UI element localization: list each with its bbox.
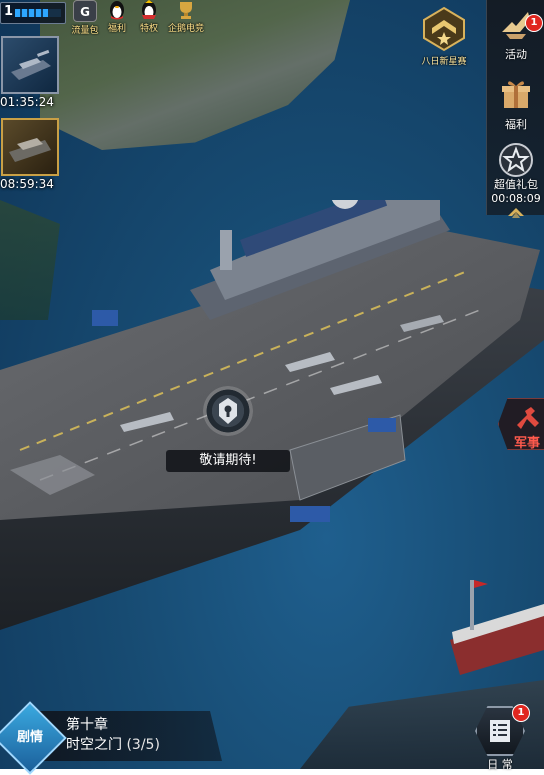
traffic-pack-icon: G (73, 0, 97, 22)
story-progress-bar[interactable]: 剧情 第十章 时空之门 (3/5) (0, 701, 228, 775)
player-level: 1 (4, 4, 14, 19)
qq-privilege-icon (138, 0, 160, 20)
daily-label: 日 常 (487, 758, 513, 771)
build-timer-card-1[interactable]: 01:35:24 (0, 36, 59, 109)
super-value-pack-countdown: 00:08:09 (491, 192, 541, 205)
build-timer-2: 08:59:34 (0, 177, 54, 191)
qq-welfare-label: 福利 (107, 24, 126, 34)
top-hud: 1 G 流量包 福利 特权 企鹅电竞 (0, 0, 220, 38)
eight-day-star-event[interactable]: 八日新星赛 (416, 6, 472, 67)
right-menu-rail: 活动 1 福利 超值礼包 00:08:09 (486, 0, 544, 218)
energy-bar-fill (15, 9, 49, 17)
escort-ship[interactable] (440, 570, 544, 680)
mission-progress: (3/5) (126, 737, 160, 753)
traffic-pack-button[interactable]: G 流量包 (70, 0, 100, 36)
activity-notification-badge: 1 (525, 14, 543, 32)
rank-emblem-label: 八日新星赛 (421, 57, 467, 67)
game-map-scene[interactable] (0, 0, 544, 769)
build-timer-card-2[interactable]: 08:59:34 (0, 118, 59, 191)
qq-privilege-button[interactable]: 特权 (134, 0, 164, 34)
star-badge-icon (499, 143, 533, 177)
super-value-pack-label: 超值礼包 (494, 178, 538, 191)
story-label: 剧情 (16, 730, 43, 745)
qq-privilege-label: 特权 (139, 24, 158, 34)
military-wrench-icon (517, 407, 539, 429)
chapter-title: 第十章 (66, 717, 108, 733)
aircraft-carrier[interactable] (0, 200, 544, 630)
esports-trophy-icon (175, 0, 197, 20)
esports-label: 企鹅电竞 (168, 24, 205, 34)
gift-icon (502, 81, 530, 108)
mission-name: 时空之门 (66, 737, 122, 753)
coming-soon-label: 敬请期待! (166, 450, 290, 472)
esports-button[interactable]: 企鹅电竞 (168, 0, 204, 34)
rank-star-icon (423, 6, 465, 52)
daily-tasks-button[interactable]: 日 常 1 (470, 704, 530, 771)
welfare-label: 福利 (505, 118, 527, 131)
military-label: 军事 (514, 436, 541, 451)
build-timer-1: 01:35:24 (0, 95, 54, 109)
collapse-up-arrow-icon[interactable] (506, 206, 526, 220)
activity-button[interactable]: 活动 1 (487, 6, 544, 62)
qq-welfare-button[interactable]: 福利 (102, 0, 132, 34)
daily-notification-badge: 1 (512, 704, 530, 722)
level-energy-box[interactable]: 1 (0, 2, 66, 24)
traffic-pack-letter: G (80, 5, 90, 19)
armored-unit-thumbnail (1, 118, 59, 176)
activity-label: 活动 (505, 48, 527, 61)
traffic-pack-label: 流量包 (71, 26, 99, 36)
super-value-pack-button[interactable]: 超值礼包 00:08:09 (487, 142, 544, 224)
welfare-button[interactable]: 福利 (487, 76, 544, 132)
qq-penguin-icon (106, 0, 128, 20)
energy-bar (15, 9, 61, 17)
coming-soon-marker[interactable]: 敬请期待! (166, 386, 290, 472)
mission-title: 时空之门 (3/5) (66, 734, 160, 754)
military-button[interactable]: 军事 (498, 398, 544, 450)
keyhole-lock-icon (203, 386, 253, 436)
tank-unit-thumbnail (1, 36, 59, 94)
